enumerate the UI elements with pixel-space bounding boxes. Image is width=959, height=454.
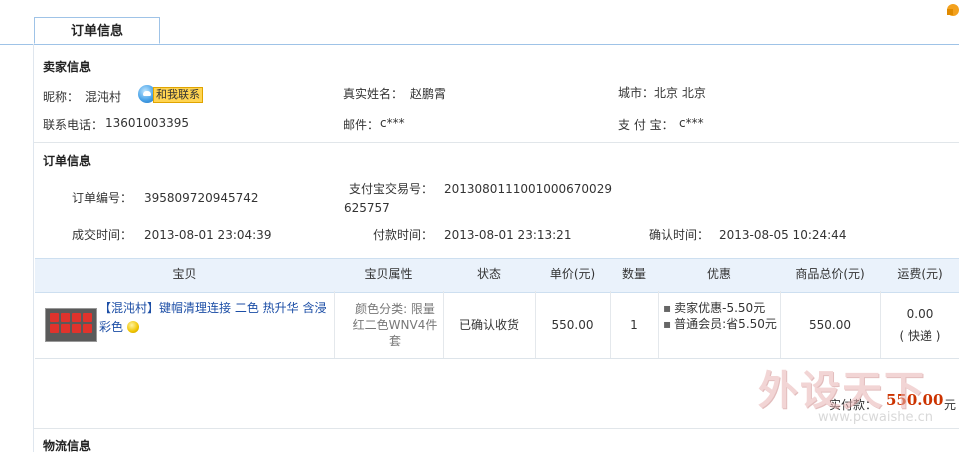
seller-section-title: 卖家信息 bbox=[43, 60, 92, 74]
keycap-icon bbox=[50, 313, 59, 322]
col-header-discount: 优惠 bbox=[706, 267, 731, 281]
watermark-text: 外设天下 bbox=[758, 368, 926, 414]
product-thumbnail[interactable] bbox=[45, 308, 97, 342]
shipping-fee: 0.00 bbox=[906, 307, 934, 321]
alipay-label: 支 付 宝： bbox=[618, 118, 674, 132]
notification-icon[interactable] bbox=[941, 0, 959, 16]
city-value: 北京 北京 bbox=[654, 86, 706, 100]
section-divider bbox=[34, 142, 959, 143]
phone-value: 13601003395 bbox=[105, 116, 189, 130]
bullet-icon: ▪ bbox=[663, 301, 672, 315]
trade-number-line1: 2013080111001000670029 bbox=[444, 182, 612, 196]
email-value: c*** bbox=[380, 116, 405, 130]
confirm-time-label: 确认时间： bbox=[649, 228, 710, 242]
tab-bar: 订单信息 bbox=[0, 0, 959, 45]
col-header-price: 单价(元) bbox=[549, 267, 596, 281]
col-header-shipping: 运费(元) bbox=[897, 267, 943, 281]
keycap-icon bbox=[61, 324, 70, 333]
trade-number-label: 支付宝交易号： bbox=[349, 182, 434, 196]
column-divider bbox=[880, 291, 881, 358]
product-link[interactable]: 【混沌村】键帽清理连接 二色 热升华 含浸 彩色 bbox=[99, 299, 329, 337]
discount-item: ▪ 普通会员:省5.50元 bbox=[663, 316, 779, 332]
realname-value: 赵鹏霄 bbox=[410, 87, 447, 101]
order-number-value: 395809720945742 bbox=[144, 191, 259, 205]
deal-time-value: 2013-08-01 23:04:39 bbox=[144, 228, 272, 242]
col-header-quantity: 数量 bbox=[621, 267, 646, 281]
logistics-section-title: 物流信息 bbox=[43, 439, 92, 453]
attr-line: 颜色分类: 限量 bbox=[355, 302, 435, 316]
col-header-attributes: 宝贝属性 bbox=[364, 267, 413, 281]
alipay-value: c*** bbox=[679, 116, 704, 130]
contact-seller-label: 和我联系 bbox=[153, 87, 203, 103]
keycap-icon bbox=[72, 313, 81, 322]
table-row: 【混沌村】键帽清理连接 二色 热升华 含浸 彩色 颜色分类: 限量 红二色WNV… bbox=[35, 291, 959, 359]
keycap-icon bbox=[61, 313, 70, 322]
discount-text: 普通会员:省5.50元 bbox=[674, 317, 777, 331]
keycap-icon bbox=[83, 313, 92, 322]
column-divider bbox=[334, 291, 335, 358]
keycap-icon bbox=[50, 324, 59, 333]
attr-line: 红二色WNV4件 bbox=[352, 318, 438, 332]
order-section-title: 订单信息 bbox=[43, 154, 92, 168]
city-label: 城市： bbox=[618, 86, 655, 100]
discount-text: 卖家优惠-5.50元 bbox=[674, 301, 766, 315]
product-attributes: 颜色分类: 限量 红二色WNV4件 套 bbox=[345, 301, 445, 349]
unit-price: 550.00 bbox=[551, 318, 594, 332]
trade-number-line2: 625757 bbox=[344, 201, 390, 215]
attr-line: 套 bbox=[388, 334, 401, 348]
column-divider bbox=[658, 291, 659, 358]
tab-order-info[interactable]: 订单信息 bbox=[34, 17, 160, 44]
col-header-subtotal: 商品总价(元) bbox=[795, 267, 865, 281]
shipping-method: ( 快递 ) bbox=[899, 329, 941, 343]
quantity: 1 bbox=[630, 318, 638, 332]
pay-time-value: 2013-08-01 23:13:21 bbox=[444, 228, 572, 242]
col-header-status: 状态 bbox=[476, 267, 501, 281]
pay-time-label: 付款时间： bbox=[373, 228, 434, 242]
realname-label: 真实姓名： bbox=[343, 87, 404, 101]
nickname-label: 昵称： bbox=[43, 90, 80, 104]
deal-time-label: 成交时间： bbox=[72, 228, 133, 242]
order-number-label: 订单编号： bbox=[72, 191, 133, 205]
subtotal: 550.00 bbox=[809, 318, 851, 332]
lightbulb-icon bbox=[127, 321, 140, 333]
email-label: 邮件： bbox=[343, 118, 380, 132]
nickname-value: 混沌村 bbox=[85, 90, 122, 104]
watermark-url: www.pcwaishe.cn bbox=[818, 410, 933, 425]
col-header-product: 宝贝 bbox=[172, 267, 197, 281]
keycap-icon bbox=[72, 324, 81, 333]
order-status: 已确认收货 bbox=[458, 318, 519, 332]
discount-item: ▪ 卖家优惠-5.50元 bbox=[663, 300, 779, 316]
site-watermark: 外设天下 www.pcwaishe.cn bbox=[758, 358, 948, 430]
confirm-time-value: 2013-08-05 10:24:44 bbox=[719, 228, 847, 242]
bullet-icon: ▪ bbox=[663, 317, 672, 331]
discount-list: ▪ 卖家优惠-5.50元 ▪ 普通会员:省5.50元 bbox=[663, 300, 779, 332]
phone-label: 联系电话： bbox=[43, 118, 104, 132]
keycap-icon bbox=[83, 324, 92, 333]
order-table-header: 宝贝 宝贝属性 状态 单价(元) 数量 优惠 商品总价(元) 运费(元) bbox=[35, 258, 959, 293]
